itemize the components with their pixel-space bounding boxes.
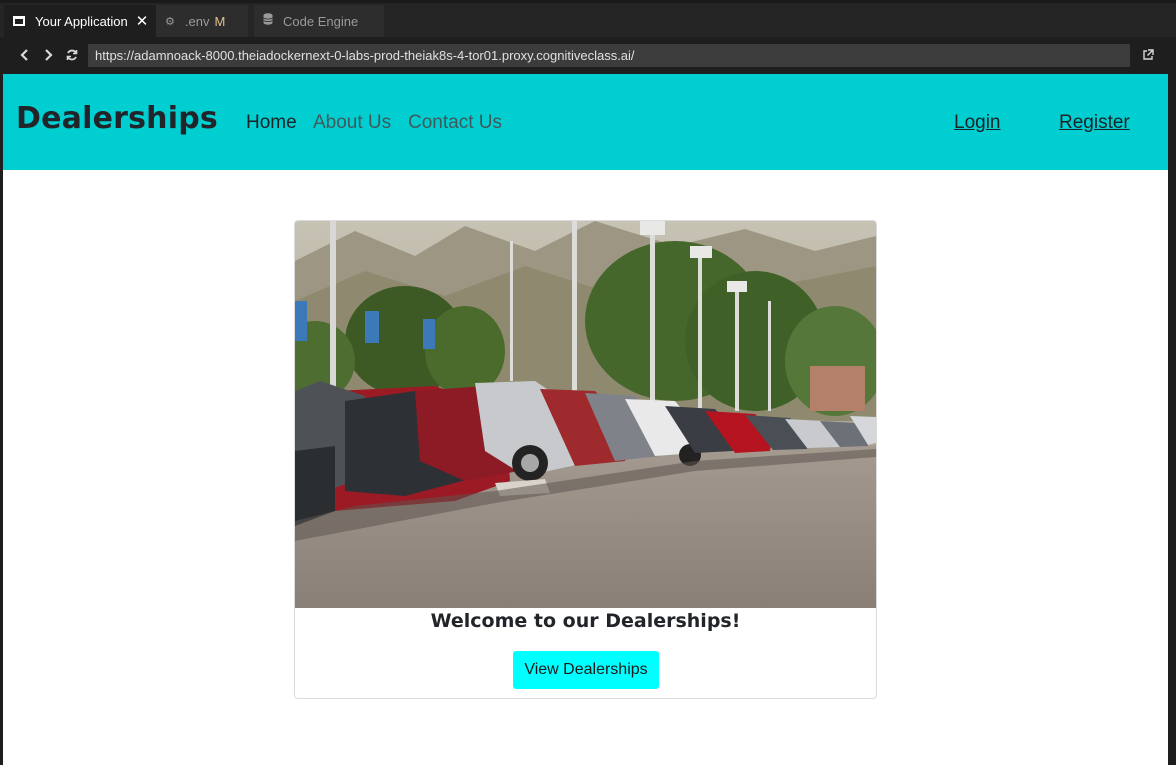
gear-icon: ⚙ (165, 14, 175, 28)
close-icon[interactable]: ✕ (136, 13, 149, 29)
tab-env[interactable]: ⚙ .env M (156, 5, 248, 37)
site-navbar: Dealerships Home About Us Contact Us Log… (3, 74, 1168, 170)
nav-contact-us[interactable]: Contact Us (408, 112, 502, 134)
welcome-card: Welcome to our Dealerships! View Dealers… (294, 220, 877, 699)
brand-logo[interactable]: Dealerships (16, 101, 218, 136)
nav-about-us[interactable]: About Us (313, 112, 391, 134)
window-icon (13, 16, 25, 26)
url-input[interactable] (88, 44, 1130, 67)
tab-label: .env (184, 13, 210, 29)
address-bar (0, 37, 1176, 74)
reload-icon[interactable] (64, 47, 80, 63)
open-external-icon[interactable] (1140, 47, 1156, 63)
login-link[interactable]: Login (954, 112, 1001, 134)
car-lot-image (295, 221, 876, 608)
browser-tab-bar: Your Application ✕ ⚙ .env M Code Engine (0, 0, 1176, 37)
back-icon[interactable] (17, 47, 33, 63)
modified-badge: M (214, 13, 226, 29)
tab-code-engine[interactable]: Code Engine (254, 5, 384, 37)
tab-bar-top-edge (0, 0, 1176, 3)
tab-label: Your Application (35, 13, 128, 29)
web-page: Dealerships Home About Us Contact Us Log… (3, 74, 1168, 765)
tab-label: Code Engine (283, 13, 359, 29)
forward-icon[interactable] (40, 47, 56, 63)
database-icon (263, 13, 273, 29)
nav-home[interactable]: Home (246, 112, 297, 134)
tab-your-application[interactable]: Your Application ✕ (4, 5, 156, 37)
welcome-heading: Welcome to our Dealerships! (430, 610, 741, 632)
window-right-edge (1168, 74, 1176, 765)
register-link[interactable]: Register (1059, 112, 1130, 134)
view-dealerships-button[interactable]: View Dealerships (513, 651, 659, 689)
